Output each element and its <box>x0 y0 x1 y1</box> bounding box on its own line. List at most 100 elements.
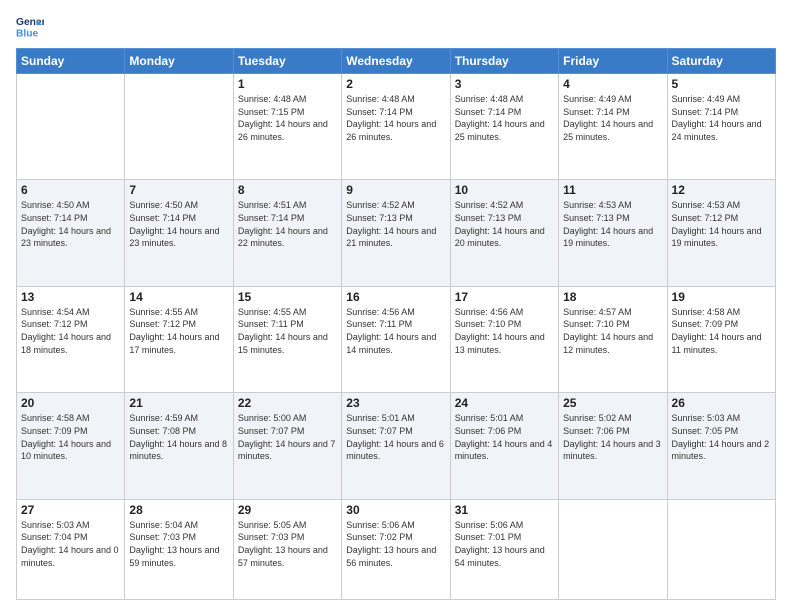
cell-info: Sunrise: 4:50 AM Sunset: 7:14 PM Dayligh… <box>129 199 228 249</box>
calendar-cell: 25Sunrise: 5:02 AM Sunset: 7:06 PM Dayli… <box>559 393 667 499</box>
calendar-cell: 29 Sunrise: 5:05 AM Sunset: 7:03 PM Dayli… <box>233 499 341 599</box>
calendar-cell: 14 Sunrise: 4:55 AM Sunset: 7:12 PM Dayli… <box>125 286 233 392</box>
cell-info: Sunrise: 5:01 AM Sunset: 7:06 PM Dayligh… <box>455 412 554 462</box>
day-number: 8 <box>238 183 337 197</box>
calendar-cell: 7 Sunrise: 4:50 AM Sunset: 7:14 PM Daylig… <box>125 180 233 286</box>
cell-info: Sunrise: 4:55 AM Sunset: 7:11 PM Dayligh… <box>238 306 337 356</box>
svg-text:Blue: Blue <box>16 28 39 39</box>
calendar-cell <box>667 499 775 599</box>
day-number: 7 <box>129 183 228 197</box>
day-number: 19 <box>672 290 771 304</box>
day-number: 5 <box>672 77 771 91</box>
day-number: 23 <box>346 396 445 410</box>
cell-info: Sunrise: 4:59 AM Sunset: 7:08 PM Dayligh… <box>129 412 228 462</box>
calendar-cell: 10Sunrise: 4:52 AM Sunset: 7:13 PM Dayli… <box>450 180 558 286</box>
calendar-cell: 16 Sunrise: 4:56 AM Sunset: 7:11 PM Dayli… <box>342 286 450 392</box>
calendar-cell: 24 Sunrise: 5:01 AM Sunset: 7:06 PM Dayli… <box>450 393 558 499</box>
svg-text:General: General <box>16 17 44 28</box>
cell-info: Sunrise: 4:51 AM Sunset: 7:14 PM Dayligh… <box>238 199 337 249</box>
cell-info: Sunrise: 4:54 AM Sunset: 7:12 PM Dayligh… <box>21 306 120 356</box>
logo: General Blue <box>16 12 44 40</box>
day-number: 18 <box>563 290 662 304</box>
weekday-header-monday: Monday <box>125 49 233 74</box>
calendar-cell: 18 Sunrise: 4:57 AM Sunset: 7:10 PM Dayli… <box>559 286 667 392</box>
cell-info: Sunrise: 4:56 AM Sunset: 7:10 PM Dayligh… <box>455 306 554 356</box>
calendar-cell: 31 Sunrise: 5:06 AM Sunset: 7:01 PM Dayli… <box>450 499 558 599</box>
cell-info: Sunrise: 4:50 AM Sunset: 7:14 PM Dayligh… <box>21 199 120 249</box>
logo-icon: General Blue <box>16 12 44 40</box>
calendar-cell: 19 Sunrise: 4:58 AM Sunset: 7:09 PM Dayli… <box>667 286 775 392</box>
day-number: 9 <box>346 183 445 197</box>
day-number: 13 <box>21 290 120 304</box>
day-number: 21 <box>129 396 228 410</box>
day-number: 4 <box>563 77 662 91</box>
calendar-cell: 23 Sunrise: 5:01 AM Sunset: 7:07 PM Dayli… <box>342 393 450 499</box>
calendar-cell: 30 Sunrise: 5:06 AM Sunset: 7:02 PM Dayli… <box>342 499 450 599</box>
calendar-cell: 13 Sunrise: 4:54 AM Sunset: 7:12 PM Dayli… <box>17 286 125 392</box>
cell-info: Sunrise: 4:57 AM Sunset: 7:10 PM Dayligh… <box>563 306 662 356</box>
cell-info: Sunrise: 4:53 AM Sunset: 7:13 PM Dayligh… <box>563 199 662 249</box>
calendar-header-row: SundayMondayTuesdayWednesdayThursdayFrid… <box>17 49 776 74</box>
calendar-week-4: 20Sunrise: 4:58 AM Sunset: 7:09 PM Dayli… <box>17 393 776 499</box>
calendar-week-2: 6Sunrise: 4:50 AM Sunset: 7:14 PM Daylig… <box>17 180 776 286</box>
cell-info: Sunrise: 5:00 AM Sunset: 7:07 PM Dayligh… <box>238 412 337 462</box>
calendar-cell: 22 Sunrise: 5:00 AM Sunset: 7:07 PM Dayli… <box>233 393 341 499</box>
day-number: 15 <box>238 290 337 304</box>
cell-info: Sunrise: 4:58 AM Sunset: 7:09 PM Dayligh… <box>672 306 771 356</box>
cell-info: Sunrise: 5:05 AM Sunset: 7:03 PM Dayligh… <box>238 519 337 569</box>
cell-info: Sunrise: 4:53 AM Sunset: 7:12 PM Dayligh… <box>672 199 771 249</box>
cell-info: Sunrise: 4:55 AM Sunset: 7:12 PM Dayligh… <box>129 306 228 356</box>
weekday-header-saturday: Saturday <box>667 49 775 74</box>
day-number: 24 <box>455 396 554 410</box>
calendar-cell: 8 Sunrise: 4:51 AM Sunset: 7:14 PM Daylig… <box>233 180 341 286</box>
cell-info: Sunrise: 5:06 AM Sunset: 7:01 PM Dayligh… <box>455 519 554 569</box>
calendar-cell: 1 Sunrise: 4:48 AM Sunset: 7:15 PM Daylig… <box>233 74 341 180</box>
day-number: 26 <box>672 396 771 410</box>
cell-info: Sunrise: 4:48 AM Sunset: 7:15 PM Dayligh… <box>238 93 337 143</box>
calendar-week-3: 13 Sunrise: 4:54 AM Sunset: 7:12 PM Dayli… <box>17 286 776 392</box>
calendar-cell: 2 Sunrise: 4:48 AM Sunset: 7:14 PM Daylig… <box>342 74 450 180</box>
calendar-cell: 20Sunrise: 4:58 AM Sunset: 7:09 PM Dayli… <box>17 393 125 499</box>
day-number: 14 <box>129 290 228 304</box>
cell-info: Sunrise: 5:06 AM Sunset: 7:02 PM Dayligh… <box>346 519 445 569</box>
calendar-week-1: 1 Sunrise: 4:48 AM Sunset: 7:15 PM Daylig… <box>17 74 776 180</box>
day-number: 3 <box>455 77 554 91</box>
calendar-cell: 4Sunrise: 4:49 AM Sunset: 7:14 PM Daylig… <box>559 74 667 180</box>
calendar-table: SundayMondayTuesdayWednesdayThursdayFrid… <box>16 48 776 600</box>
day-number: 17 <box>455 290 554 304</box>
day-number: 29 <box>238 503 337 517</box>
cell-info: Sunrise: 4:48 AM Sunset: 7:14 PM Dayligh… <box>346 93 445 143</box>
calendar-cell: 3Sunrise: 4:48 AM Sunset: 7:14 PM Daylig… <box>450 74 558 180</box>
calendar-cell: 5 Sunrise: 4:49 AM Sunset: 7:14 PM Daylig… <box>667 74 775 180</box>
day-number: 30 <box>346 503 445 517</box>
day-number: 27 <box>21 503 120 517</box>
weekday-header-friday: Friday <box>559 49 667 74</box>
day-number: 31 <box>455 503 554 517</box>
calendar-cell: 9 Sunrise: 4:52 AM Sunset: 7:13 PM Daylig… <box>342 180 450 286</box>
day-number: 22 <box>238 396 337 410</box>
weekday-header-tuesday: Tuesday <box>233 49 341 74</box>
calendar-body: 1 Sunrise: 4:48 AM Sunset: 7:15 PM Daylig… <box>17 74 776 600</box>
day-number: 12 <box>672 183 771 197</box>
calendar-cell <box>559 499 667 599</box>
day-number: 1 <box>238 77 337 91</box>
cell-info: Sunrise: 5:03 AM Sunset: 7:04 PM Dayligh… <box>21 519 120 569</box>
cell-info: Sunrise: 4:52 AM Sunset: 7:13 PM Dayligh… <box>346 199 445 249</box>
day-number: 2 <box>346 77 445 91</box>
calendar-cell <box>125 74 233 180</box>
weekday-header-sunday: Sunday <box>17 49 125 74</box>
cell-info: Sunrise: 4:56 AM Sunset: 7:11 PM Dayligh… <box>346 306 445 356</box>
day-number: 16 <box>346 290 445 304</box>
cell-info: Sunrise: 5:01 AM Sunset: 7:07 PM Dayligh… <box>346 412 445 462</box>
calendar-cell: 26Sunrise: 5:03 AM Sunset: 7:05 PM Dayli… <box>667 393 775 499</box>
calendar-cell: 21 Sunrise: 4:59 AM Sunset: 7:08 PM Dayli… <box>125 393 233 499</box>
cell-info: Sunrise: 5:02 AM Sunset: 7:06 PM Dayligh… <box>563 412 662 462</box>
calendar-cell: 11 Sunrise: 4:53 AM Sunset: 7:13 PM Dayli… <box>559 180 667 286</box>
day-number: 11 <box>563 183 662 197</box>
calendar-cell: 12 Sunrise: 4:53 AM Sunset: 7:12 PM Dayli… <box>667 180 775 286</box>
calendar-cell <box>17 74 125 180</box>
calendar-week-5: 27 Sunrise: 5:03 AM Sunset: 7:04 PM Dayli… <box>17 499 776 599</box>
day-number: 28 <box>129 503 228 517</box>
weekday-header-wednesday: Wednesday <box>342 49 450 74</box>
cell-info: Sunrise: 4:49 AM Sunset: 7:14 PM Dayligh… <box>672 93 771 143</box>
